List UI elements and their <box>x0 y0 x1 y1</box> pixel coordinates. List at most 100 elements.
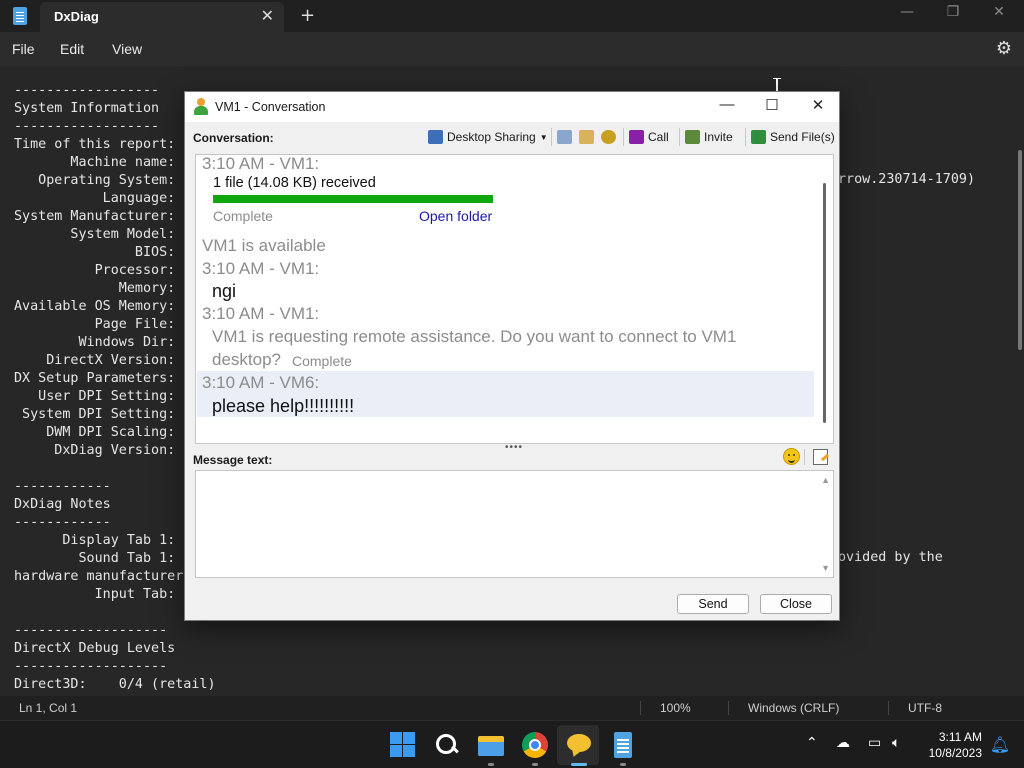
message-text: please help!!!!!!!!!! <box>212 396 355 416</box>
taskbar: ⌃ ☁ ▭ 🔈︎ 3:11 AM 10/8/2023 🔔︎ <box>0 720 1024 768</box>
close-window-icon[interactable]: ✕ <box>984 4 1014 20</box>
gear-icon[interactable]: ⚙ <box>996 38 1012 59</box>
message-header: 3:10 AM - VM1: <box>202 154 320 173</box>
messenger-icon[interactable] <box>565 731 593 759</box>
conversation-title: VM1 - Conversation <box>215 100 326 114</box>
call-button[interactable]: Call <box>629 126 669 148</box>
start-button[interactable] <box>389 731 417 759</box>
conversation-titlebar[interactable]: VM1 - Conversation — ☐ ✕ <box>185 92 839 122</box>
search-icon[interactable] <box>433 731 461 759</box>
toolbar-divider <box>745 128 746 146</box>
active-indicator <box>571 763 587 766</box>
send-button[interactable]: Send <box>677 594 749 614</box>
file-received-text: 1 file (14.08 KB) received <box>213 175 376 191</box>
invite-label: Invite <box>704 130 733 144</box>
status-message: VM1 is available <box>202 236 326 255</box>
clock-date: 10/8/2023 <box>928 746 982 760</box>
running-indicator <box>620 763 626 766</box>
notification-bell-icon[interactable]: 🔔︎ <box>990 735 1010 754</box>
toolbar-divider <box>804 449 805 465</box>
file-status: Complete <box>213 208 273 224</box>
file-progress-fill <box>213 195 493 203</box>
chevron-up-icon[interactable]: ⌃ <box>806 735 818 751</box>
notebook-button[interactable] <box>557 126 572 148</box>
running-indicator <box>488 763 494 766</box>
file-progress-bar <box>213 195 493 203</box>
remote-request-status: Complete <box>292 353 352 369</box>
minimize-icon[interactable]: — <box>892 4 922 20</box>
notepad-text-os: rrow.230714-1709) <box>838 172 976 187</box>
file-explorer-icon[interactable] <box>477 731 505 759</box>
message-text-label: Message text: <box>193 453 273 467</box>
status-position: Ln 1, Col 1 <box>19 701 78 715</box>
clock-time: 3:11 AM <box>938 730 982 744</box>
notepad-statusbar: Ln 1, Col 1 100% Windows (CRLF) UTF-8 <box>0 696 1024 720</box>
message-header: 3:10 AM - VM6: <box>202 373 320 392</box>
desktop-sharing-button[interactable]: Desktop Sharing ▼ <box>428 126 548 148</box>
menu-edit[interactable]: Edit <box>60 41 84 57</box>
new-tab-icon[interactable]: + <box>300 5 315 26</box>
tab-close-icon[interactable]: ✕ <box>261 6 274 25</box>
notepad-tab[interactable]: DxDiag ✕ <box>40 2 284 32</box>
notepad-app-icon <box>13 7 27 25</box>
contact-info-button[interactable] <box>579 126 594 148</box>
scroll-down-icon[interactable]: ▼ <box>821 563 830 573</box>
clock[interactable]: 3:11 AM 10/8/2023 <box>929 729 982 761</box>
smiley-icon[interactable] <box>783 448 800 465</box>
open-folder-link[interactable]: Open folder <box>419 208 492 224</box>
close-button[interactable]: Close <box>760 594 832 614</box>
gears-icon <box>601 130 616 144</box>
conversation-scrollbar[interactable] <box>815 155 833 443</box>
notepad-scrollbar[interactable] <box>1018 150 1022 350</box>
menu-view[interactable]: View <box>112 41 142 57</box>
remote-request-line1: VM1 is requesting remote assistance. Do … <box>212 327 737 346</box>
message-header: 3:10 AM - VM1: <box>202 259 320 278</box>
menu-file[interactable]: File <box>12 41 35 57</box>
status-divider <box>640 701 641 715</box>
remote-request-line2: desktop? <box>212 350 281 369</box>
contact-icon <box>194 98 208 115</box>
notepad-tab-title: DxDiag <box>54 9 99 24</box>
message-input[interactable] <box>196 471 833 577</box>
conversation-toolbar: Desktop Sharing ▼ Call Invite Send File(… <box>185 126 839 148</box>
conversation-history[interactable]: 3:10 AM - VM1: 1 file (14.08 KB) receive… <box>195 154 834 444</box>
maximize-icon[interactable]: ❐ <box>938 4 968 20</box>
status-zoom: 100% <box>660 701 691 715</box>
status-divider <box>888 701 889 715</box>
scroll-up-icon[interactable]: ▲ <box>821 475 830 485</box>
add-people-icon <box>685 130 700 144</box>
desktop-sharing-label: Desktop Sharing <box>447 130 536 144</box>
cloud-icon[interactable]: ☁ <box>836 735 850 751</box>
notepad-menubar: File Edit View ⚙ <box>0 32 1024 66</box>
toolbar-divider <box>551 128 552 146</box>
send-files-button[interactable]: Send File(s) <box>751 126 835 148</box>
monitor-icon <box>428 130 443 144</box>
running-indicator <box>532 763 538 766</box>
status-encoding: UTF-8 <box>908 701 942 715</box>
send-file-icon <box>751 130 766 144</box>
close-window-icon[interactable]: ✕ <box>798 96 838 118</box>
invite-button[interactable]: Invite <box>685 126 733 148</box>
dropdown-arrow-icon: ▼ <box>539 132 548 142</box>
volume-icon[interactable]: 🔈︎ <box>892 735 900 751</box>
status-divider <box>728 701 729 715</box>
notepad-taskbar-icon[interactable] <box>609 731 637 759</box>
contact-card-icon <box>579 130 594 144</box>
toolbar-divider <box>623 128 624 146</box>
notebook-icon <box>557 130 572 144</box>
status-line-ending: Windows (CRLF) <box>748 701 840 715</box>
video-camera-icon <box>629 130 644 144</box>
resize-grip-icon[interactable]: •••• <box>505 442 523 453</box>
notepad-titlebar: DxDiag ✕ + — ❐ ✕ <box>0 0 1024 32</box>
message-header: 3:10 AM - VM1: <box>202 304 320 323</box>
maximize-icon[interactable]: ☐ <box>752 96 792 118</box>
message-text: ngi <box>212 281 237 301</box>
minimize-icon[interactable]: — <box>707 96 747 118</box>
settings-button[interactable] <box>601 126 616 148</box>
message-input-box: ▲ ▼ <box>195 470 834 578</box>
toolbar-divider <box>679 128 680 146</box>
network-icon[interactable]: ▭ <box>868 735 881 751</box>
chrome-icon[interactable] <box>521 731 549 759</box>
scrollbar-thumb[interactable] <box>823 183 826 423</box>
handwriting-icon[interactable] <box>813 449 828 465</box>
